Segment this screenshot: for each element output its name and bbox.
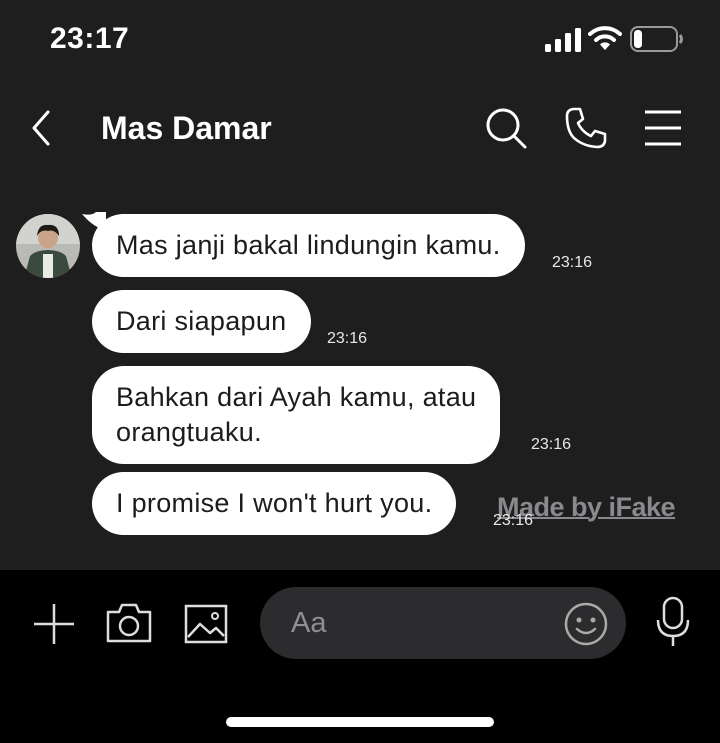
chat-screen: 23:17 Mas Damar Mas janji bakal lindungi…	[0, 0, 720, 743]
message-bubble[interactable]: Bahkan dari Ayah kamu, atau orangtuaku.	[92, 366, 501, 464]
plus-icon[interactable]	[32, 602, 76, 646]
home-indicator[interactable]	[226, 717, 494, 727]
message-bubble[interactable]: Mas janji bakal lindungin kamu.	[92, 214, 525, 277]
message-text: Dari siapapun	[116, 306, 287, 336]
wifi-icon	[588, 26, 622, 50]
message-time: 23:16	[552, 254, 593, 271]
image-icon[interactable]	[184, 604, 228, 644]
battery-icon	[630, 26, 683, 52]
message-time: 23:16	[327, 330, 368, 347]
microphone-icon[interactable]	[655, 596, 691, 648]
call-icon[interactable]	[564, 106, 608, 150]
message-text-line: orangtuaku.	[116, 417, 262, 447]
message-list: Mas janji bakal lindungin kamu. 23:16 Da…	[0, 178, 720, 570]
search-icon[interactable]	[484, 106, 528, 150]
input-placeholder: Aa	[291, 607, 327, 639]
status-time: 23:17	[50, 22, 130, 55]
signal-icon	[545, 28, 581, 52]
message-time: 23:16	[531, 436, 572, 453]
chat-header: Mas Damar	[0, 82, 720, 178]
menu-icon[interactable]	[643, 106, 683, 150]
message-text-line: Bahkan dari Ayah kamu, atau	[116, 382, 477, 412]
message-text: Mas janji bakal lindungin kamu.	[116, 230, 501, 260]
message-time: 23:16	[493, 512, 534, 529]
contact-name: Mas Damar	[101, 110, 272, 146]
contact-avatar[interactable]	[16, 214, 80, 278]
message-text: I promise I won't hurt you.	[116, 488, 433, 518]
camera-icon[interactable]	[105, 602, 153, 644]
composer-bar: Aa	[0, 570, 720, 743]
emoji-icon[interactable]	[563, 601, 609, 647]
status-bar: 23:17	[0, 0, 720, 82]
message-bubble[interactable]: Dari siapapun	[92, 290, 311, 353]
message-bubble[interactable]: I promise I won't hurt you.	[92, 472, 457, 535]
back-icon[interactable]	[26, 108, 58, 148]
message-input[interactable]: Aa	[260, 587, 626, 659]
